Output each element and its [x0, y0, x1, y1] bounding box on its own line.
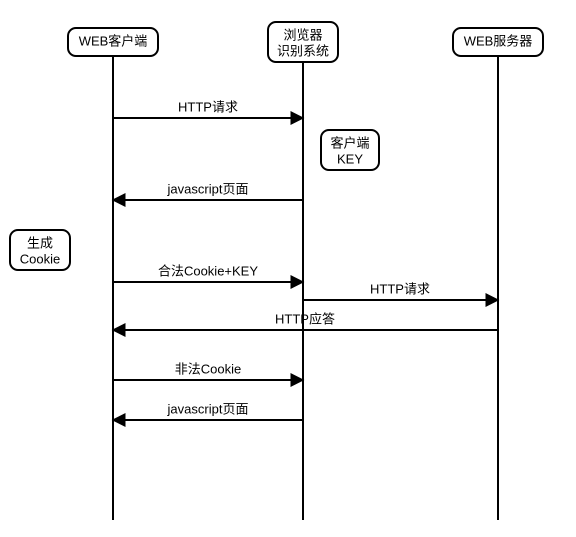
participant-client-label: WEB客户端: [79, 33, 148, 48]
note-client-key-line2: KEY: [337, 151, 363, 166]
message-label-m2: javascript页面: [167, 181, 249, 196]
note-gen-cookie-line2: Cookie: [20, 251, 60, 266]
note-gen-cookie-line1: 生成: [27, 235, 53, 250]
message-label-m6: 非法Cookie: [175, 361, 241, 376]
participant-browser-label1: 浏览器: [283, 27, 322, 42]
message-label-m5: HTTP应答: [275, 311, 335, 326]
participant-browser-label2: 识别系统: [277, 43, 329, 58]
note-client-key-line1: 客户端: [330, 135, 369, 150]
message-label-m1: HTTP请求: [178, 99, 238, 114]
message-label-m4: HTTP请求: [370, 281, 430, 296]
sequence-diagram: WEB客户端 浏览器 识别系统 WEB服务器 HTTP请求 客户端 KEY ja…: [0, 0, 576, 537]
message-label-m3: 合法Cookie+KEY: [158, 263, 258, 278]
message-label-m7: javascript页面: [167, 401, 249, 416]
participant-server-label: WEB服务器: [464, 33, 533, 48]
